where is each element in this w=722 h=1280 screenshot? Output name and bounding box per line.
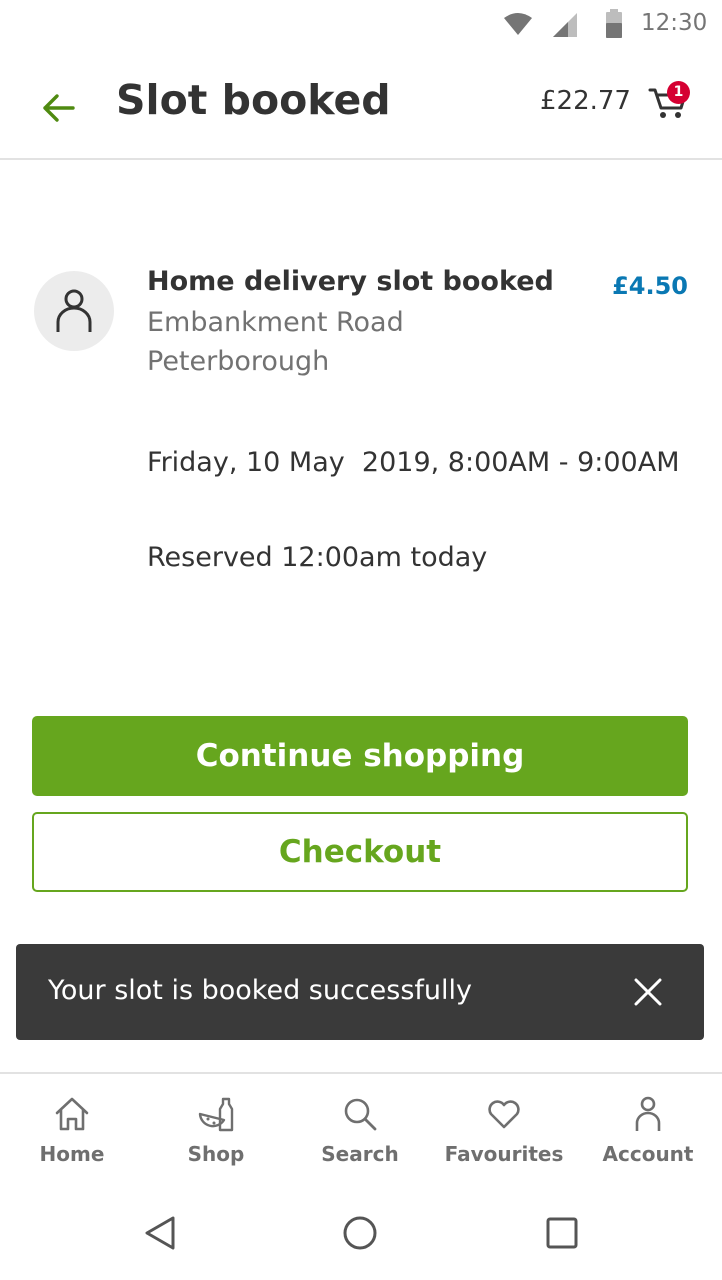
snackbar-message: Your slot is booked successfully	[48, 975, 473, 1006]
close-icon	[634, 978, 662, 1006]
nav-home-label: Home	[39, 1142, 105, 1166]
address-line-2: Peterborough	[147, 346, 330, 377]
snackbar-close-button[interactable]	[624, 968, 672, 1016]
person-icon	[56, 289, 92, 332]
checkout-button[interactable]: Checkout	[32, 812, 688, 892]
basket-total: £22.77	[540, 86, 631, 116]
avatar	[34, 271, 114, 351]
slot-date-time: Friday, 10 May 2019, 8:00AM - 9:00AM	[147, 447, 680, 478]
nav-shop-label: Shop	[187, 1142, 245, 1166]
system-back-button[interactable]	[140, 1213, 180, 1253]
signal-icon	[553, 13, 577, 37]
slot-price: £4.50	[612, 272, 688, 300]
nav-search[interactable]: Search	[288, 1074, 432, 1186]
system-recents-button[interactable]	[542, 1213, 582, 1253]
shop-icon	[198, 1097, 234, 1132]
square-recents-icon	[546, 1217, 578, 1249]
bottom-nav: Home Shop Search Favourites Account	[0, 1072, 722, 1186]
clock: 12:30	[641, 10, 708, 36]
app-bar: Slot booked £22.77 1	[0, 50, 722, 160]
address-line-1: Embankment Road	[147, 307, 404, 338]
wifi-icon	[504, 13, 532, 35]
system-home-button[interactable]	[340, 1213, 380, 1253]
page-title: Slot booked	[116, 76, 391, 124]
status-bar: 12:30	[0, 0, 722, 50]
nav-account[interactable]: Account	[576, 1074, 720, 1186]
triangle-back-icon	[145, 1216, 175, 1250]
search-icon	[344, 1098, 377, 1131]
arrow-left-icon	[43, 94, 75, 122]
nav-account-label: Account	[602, 1142, 694, 1166]
account-icon	[635, 1096, 661, 1131]
snackbar: Your slot is booked successfully	[16, 944, 704, 1040]
slot-title: Home delivery slot booked	[147, 266, 554, 297]
system-nav-bar	[0, 1186, 722, 1280]
nav-favourites-label: Favourites	[444, 1142, 564, 1166]
nav-favourites[interactable]: Favourites	[432, 1074, 576, 1186]
continue-shopping-button[interactable]: Continue shopping	[32, 716, 688, 796]
back-button[interactable]	[34, 84, 82, 132]
nav-home[interactable]: Home	[0, 1074, 144, 1186]
battery-icon	[606, 9, 622, 38]
cart-count-badge: 1	[667, 81, 690, 104]
reserved-time: Reserved 12:00am today	[147, 542, 488, 573]
home-icon	[55, 1097, 89, 1131]
nav-shop[interactable]: Shop	[144, 1074, 288, 1186]
nav-search-label: Search	[321, 1142, 399, 1166]
circle-home-icon	[343, 1216, 377, 1250]
heart-icon	[488, 1100, 520, 1129]
